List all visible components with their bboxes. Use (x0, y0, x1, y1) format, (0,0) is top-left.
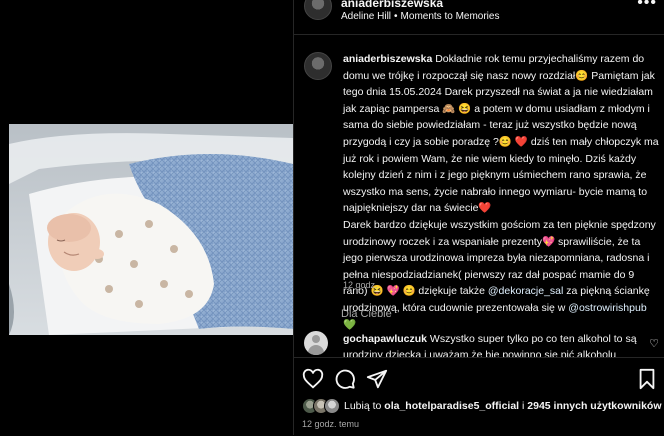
emoji-smile-3: 😊 (402, 285, 416, 298)
likes-others[interactable]: 2945 innych użytkowników (527, 400, 661, 412)
more-horizontal-icon[interactable]: ••• (637, 0, 657, 12)
emoji-sparkle-heart-2: 💖 (386, 285, 400, 298)
likes-first-user[interactable]: ola_hotelparadise5_official (384, 400, 519, 412)
comment: gochapawluczuk Wszystko super tylko po c… (343, 331, 643, 357)
bookmark-icon[interactable] (636, 368, 658, 390)
mention-dekoracje-sal[interactable]: @dekoracje_sal (488, 285, 563, 297)
music-track[interactable]: Moments to Memories (401, 11, 500, 22)
for-you-label: Dla Ciebie (341, 308, 392, 320)
comment-icon[interactable] (334, 368, 356, 390)
emoji-smile: 😊 (575, 69, 589, 82)
comment-username[interactable]: gochapawluczuk (343, 333, 427, 345)
post-photo-baby-in-crib[interactable] (9, 124, 293, 335)
emoji-heart-2: ❤️ (478, 202, 492, 215)
post-sidebar: aniaderbiszewska Adeline Hill • Moments to… (293, 0, 664, 436)
music-info[interactable]: Adeline Hill • Moments to Memories (341, 11, 499, 22)
likes-prefix: Lubią to (344, 400, 385, 412)
emoji-monkey-laugh: 🙈 😆 (442, 102, 472, 115)
media-pane (0, 0, 293, 435)
share-icon[interactable] (366, 368, 388, 390)
emoji-heart: ❤️ (514, 135, 528, 148)
liker-avatar-3 (324, 398, 340, 414)
music-artist[interactable]: Adeline Hill (341, 11, 391, 22)
caption-author-avatar[interactable] (304, 52, 332, 80)
emoji-green-heart: 💚 (343, 318, 357, 331)
emoji-sparkle-heart: 💖 (542, 235, 556, 248)
commenter-avatar[interactable] (304, 331, 328, 355)
mention-ostrowirishpub[interactable]: @ostrowirishpub (568, 302, 646, 314)
emoji-smile-2: 😊 (498, 135, 512, 148)
caption-username[interactable]: aniaderbiszewska (343, 53, 432, 65)
caption-text-7: dziękuje także (415, 285, 488, 298)
comment-like-heart-icon[interactable]: ♡ (649, 337, 659, 350)
baby-photo-illustration (9, 124, 293, 335)
author-username[interactable]: aniaderbiszewska (341, 0, 443, 10)
post-caption: aniaderbiszewska Dokładnie rok temu przy… (343, 51, 661, 333)
author-avatar[interactable] (304, 0, 332, 20)
post-header: aniaderbiszewska Adeline Hill • Moments to… (294, 0, 664, 35)
heart-icon[interactable] (302, 368, 324, 390)
caption-time: 12 godz. (343, 280, 378, 290)
post-timestamp: 12 godz. temu (302, 419, 360, 429)
post-actions-bar: Lubią to ola_hotelparadise5_official i 2… (294, 357, 664, 436)
separator: • (394, 11, 398, 22)
likes-summary[interactable]: Lubią to ola_hotelparadise5_official i 2… (344, 400, 661, 412)
